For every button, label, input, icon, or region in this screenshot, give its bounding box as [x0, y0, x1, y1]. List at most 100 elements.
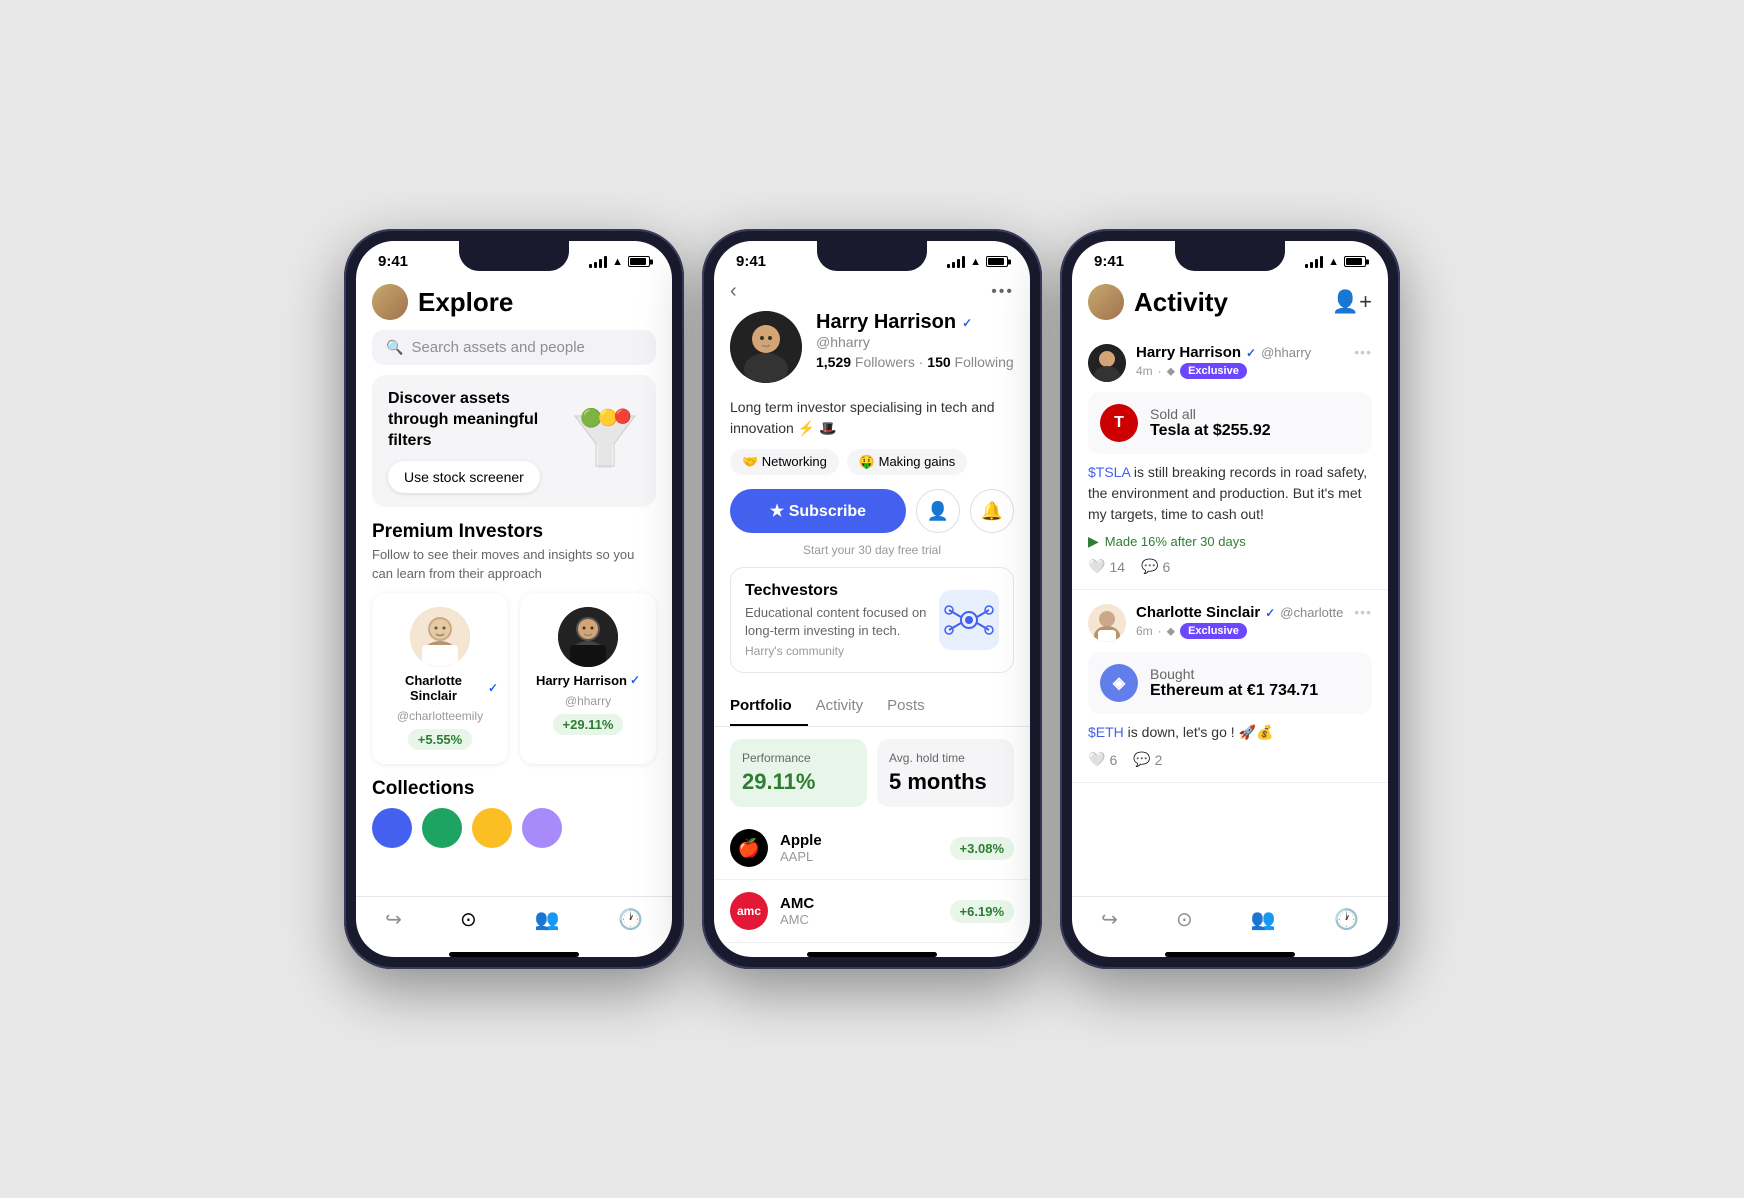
- charlotte-avatar-img: [410, 607, 470, 667]
- eth-trade-info: Bought Ethereum at €1 734.71: [1150, 666, 1318, 700]
- amc-name: AMC: [780, 895, 814, 912]
- stock-left-apple: 🍎 Apple AAPL: [730, 829, 822, 867]
- collection-item-1[interactable]: [372, 808, 412, 848]
- heart-icon: 🤍: [1088, 558, 1105, 575]
- phones-container: 9:41 ▲: [344, 229, 1400, 969]
- amc-info: AMC AMC: [780, 895, 814, 927]
- wifi-icon-2: ▲: [970, 256, 981, 268]
- likes-harry[interactable]: 🤍 14: [1088, 558, 1125, 575]
- nav-explore-3[interactable]: ⊙: [1176, 907, 1193, 932]
- feed-comment-harry: $TSLA is still breaking records in road …: [1088, 462, 1372, 525]
- status-bar-2: 9:41 ▲: [714, 241, 1030, 276]
- profile-handle: @hharry: [816, 334, 1014, 350]
- social-icon: 👥: [535, 907, 560, 932]
- amc-ticker: AMC: [780, 912, 814, 927]
- feed-gain-harry: ▶ Made 16% after 30 days: [1088, 533, 1372, 550]
- subscribe-button[interactable]: ★ Subscribe: [730, 489, 906, 533]
- nav-social-1[interactable]: 👥: [535, 907, 560, 932]
- portfolio-stats: Performance 29.11% Avg. hold time 5 mont…: [714, 739, 1030, 817]
- charlotte-return: +5.55%: [408, 729, 472, 750]
- back-button[interactable]: ‹: [730, 280, 737, 303]
- harry-avatar: [558, 607, 618, 667]
- profile-stats: 1,529 Followers · 150 Following: [816, 354, 1014, 370]
- status-bar-1: 9:41 ▲: [356, 241, 672, 276]
- nav-activity-3[interactable]: 🕐: [1334, 907, 1359, 932]
- profile-bio: Long term investor specialising in tech …: [714, 397, 1030, 449]
- harry-handle: @hharry: [565, 694, 611, 708]
- heart-icon-2: 🤍: [1088, 751, 1105, 768]
- screener-button[interactable]: Use stock screener: [388, 461, 540, 493]
- collection-item-2[interactable]: [422, 808, 462, 848]
- free-trial-text: Start your 30 day free trial: [714, 539, 1030, 567]
- activity-header: Activity 👤+: [1072, 276, 1388, 330]
- profile-info: Harry Harrison ✓ @hharry 1,529 Followers…: [816, 311, 1014, 370]
- comment-icon-2: 💬: [1133, 751, 1150, 768]
- collections-row: [356, 808, 672, 848]
- user-avatar: [372, 284, 408, 320]
- performance-card: Performance 29.11%: [730, 739, 867, 807]
- home-indicator-3: [1165, 952, 1295, 957]
- status-icons-2: ▲: [947, 256, 1008, 268]
- feed-user-info-harry: Harry Harrison ✓ @hharry 4m · ⬥ Exclusiv…: [1136, 344, 1311, 379]
- collection-item-4[interactable]: [522, 808, 562, 848]
- search-placeholder: Search assets and people: [411, 339, 584, 356]
- comments-charlotte[interactable]: 💬 2: [1133, 751, 1162, 768]
- screener-graphic: 🟢 🟡 🔴: [570, 406, 640, 476]
- explore-icon: ⊙: [460, 907, 477, 932]
- profile-header: Harry Harrison ✓ @hharry 1,529 Followers…: [714, 311, 1030, 397]
- stock-row-apple[interactable]: 🍎 Apple AAPL +3.08%: [714, 817, 1030, 880]
- profile-nav: ‹ •••: [714, 276, 1030, 311]
- community-by: Harry's community: [745, 644, 927, 658]
- stock-row-amc[interactable]: amc AMC AMC +6.19%: [714, 880, 1030, 943]
- investor-card-charlotte[interactable]: Charlotte Sinclair ✓ @charlotteemily +5.…: [372, 593, 508, 764]
- nav-activity-1[interactable]: 🕐: [618, 907, 643, 932]
- likes-charlotte[interactable]: 🤍 6: [1088, 751, 1117, 768]
- investor-card-harry[interactable]: Harry Harrison ✓ @hharry +29.11%: [520, 593, 656, 764]
- comments-harry[interactable]: 💬 6: [1141, 558, 1170, 575]
- feed-more-charlotte[interactable]: •••: [1354, 604, 1372, 620]
- tab-posts[interactable]: Posts: [887, 687, 941, 726]
- nav-home-1[interactable]: ↪: [385, 907, 402, 932]
- nav-explore-1[interactable]: ⊙: [460, 907, 477, 932]
- explore-icon-3: ⊙: [1176, 907, 1193, 932]
- community-info: Techvestors Educational content focused …: [745, 582, 927, 658]
- tsla-link[interactable]: $TSLA: [1088, 464, 1130, 480]
- home-indicator-1: [449, 952, 579, 957]
- search-bar[interactable]: 🔍 Search assets and people: [372, 330, 656, 365]
- status-bar-3: 9:41 ▲: [1072, 241, 1388, 276]
- status-time-2: 9:41: [736, 253, 766, 270]
- community-name: Techvestors: [745, 582, 927, 600]
- harry-avatar-img: [558, 607, 618, 667]
- feed-more-harry[interactable]: •••: [1354, 344, 1372, 360]
- apple-ticker: AAPL: [780, 849, 822, 864]
- amc-return: +6.19%: [950, 900, 1014, 923]
- follow-button[interactable]: 👤: [916, 489, 960, 533]
- more-button[interactable]: •••: [991, 283, 1014, 301]
- eth-trade-action: Bought: [1150, 666, 1318, 682]
- wifi-icon: ▲: [612, 256, 623, 268]
- exclusive-badge-harry: Exclusive: [1180, 363, 1247, 379]
- add-user-button[interactable]: 👤+: [1332, 289, 1372, 315]
- wifi-icon-3: ▲: [1328, 256, 1339, 268]
- tab-portfolio[interactable]: Portfolio: [730, 687, 808, 726]
- collection-item-3[interactable]: [472, 808, 512, 848]
- tab-activity[interactable]: Activity: [816, 687, 880, 726]
- harry-return: +29.11%: [553, 714, 624, 735]
- apple-info: Apple AAPL: [780, 832, 822, 864]
- harry-name: Harry Harrison ✓: [536, 673, 640, 688]
- nav-social-3[interactable]: 👥: [1251, 907, 1276, 932]
- screener-card-text: Discover assets through meaningful filte…: [388, 389, 570, 493]
- notify-button[interactable]: 🔔: [970, 489, 1014, 533]
- charlotte-handle: @charlotteemily: [397, 709, 483, 723]
- feed-comment-charlotte: $ETH is down, let's go ! 🚀💰: [1088, 722, 1372, 743]
- nav-home-3[interactable]: ↪: [1101, 907, 1118, 932]
- tesla-logo: T: [1100, 404, 1138, 442]
- activity-icon-3: 🕐: [1334, 907, 1359, 932]
- trade-card-row-tesla: T Sold all Tesla at $255.92: [1100, 404, 1360, 442]
- eth-link[interactable]: $ETH: [1088, 724, 1124, 740]
- screener-card: Discover assets through meaningful filte…: [372, 375, 656, 507]
- community-card[interactable]: Techvestors Educational content focused …: [730, 567, 1014, 673]
- apple-return: +3.08%: [950, 837, 1014, 860]
- phone-profile: 9:41 ▲ ‹ •: [702, 229, 1042, 969]
- tesla-trade-info: Sold all Tesla at $255.92: [1150, 406, 1271, 440]
